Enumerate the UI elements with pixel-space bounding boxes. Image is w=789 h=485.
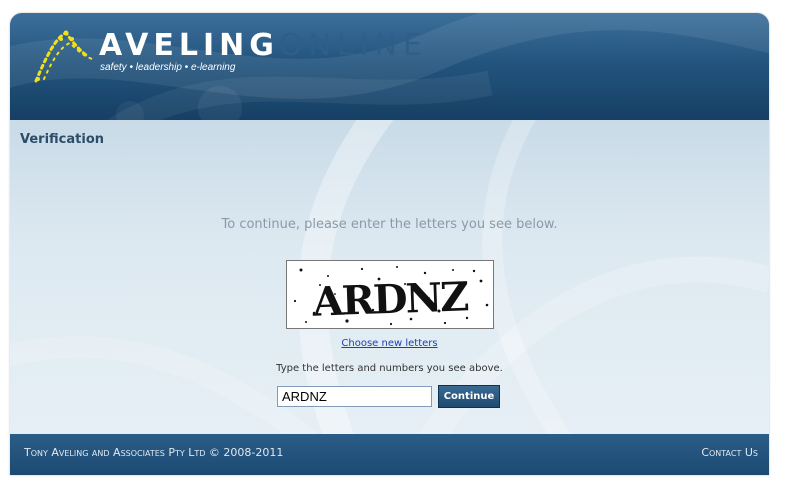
type-hint-text: Type the letters and numbers you see abo… bbox=[276, 363, 503, 374]
captcha-image: ARDNZ bbox=[286, 260, 494, 329]
logo-word-aveling: AVELING bbox=[99, 28, 279, 63]
aveling-logo-icon bbox=[34, 30, 93, 83]
footer-copyright: Tony Aveling and Associates Pty Ltd © 20… bbox=[24, 446, 284, 459]
new-letters-row: Choose new letters bbox=[10, 338, 769, 349]
captcha-graphic: ARDNZ bbox=[287, 261, 493, 328]
logo-word-online: ONLINE bbox=[278, 28, 428, 63]
page-title: Verification bbox=[20, 132, 105, 147]
page-frame: AVELINGONLINE safety • leadership • e-le… bbox=[10, 13, 769, 475]
logo-wordmark: AVELINGONLINE bbox=[99, 29, 428, 63]
logo-tagline: safety • leadership • e-learning bbox=[100, 62, 236, 73]
site-header: AVELINGONLINE safety • leadership • e-le… bbox=[10, 13, 769, 120]
contact-us-link[interactable]: Contact Us bbox=[701, 446, 758, 459]
instruction-text: To continue, please enter the letters yo… bbox=[221, 217, 558, 232]
main-content: Verification To continue, please enter t… bbox=[10, 120, 769, 434]
site-footer: Tony Aveling and Associates Pty Ltd © 20… bbox=[10, 434, 769, 475]
choose-new-letters-link[interactable]: Choose new letters bbox=[341, 338, 437, 349]
captcha-answer-input[interactable] bbox=[277, 386, 432, 407]
captcha-text: ARDNZ bbox=[311, 273, 469, 325]
continue-button[interactable]: Continue bbox=[438, 385, 500, 408]
site-logo[interactable]: AVELINGONLINE safety • leadership • e-le… bbox=[32, 25, 422, 85]
